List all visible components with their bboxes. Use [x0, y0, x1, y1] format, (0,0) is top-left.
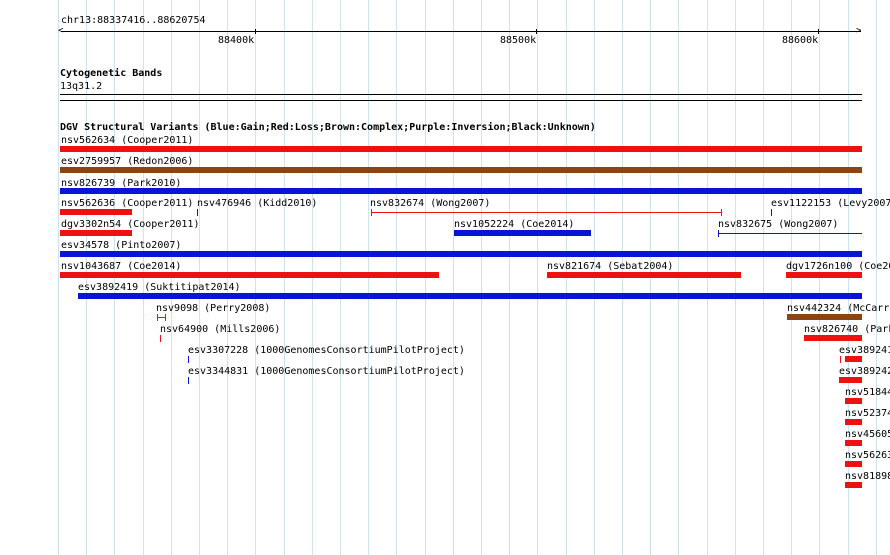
variant-bar-loss[interactable] — [845, 398, 862, 404]
variant-label[interactable]: nsv64900 (Mills2006) — [160, 324, 280, 335]
ruler-tick — [818, 29, 819, 34]
ruler-left-arrow: < — [58, 26, 64, 36]
grid-line — [58, 0, 59, 555]
variant-bar-gain[interactable] — [197, 209, 198, 216]
variant-bar-loss[interactable] — [845, 440, 862, 446]
grid-line — [509, 0, 510, 555]
variant-label[interactable]: nsv832675 (Wong2007) — [718, 219, 838, 230]
variant-bar-complex[interactable] — [787, 314, 862, 320]
variant-label[interactable]: dgv1726n100 (Coe20 — [786, 261, 890, 272]
variant-label[interactable]: esv389242 — [839, 366, 890, 377]
variant-line-gain[interactable] — [718, 233, 862, 234]
variant-label[interactable]: nsv81898 — [845, 471, 890, 482]
variant-label[interactable]: nsv476946 (Kidd2010) — [197, 198, 317, 209]
cyto-band-label: 13q31.2 — [60, 81, 103, 92]
variant-label[interactable]: nsv45605 — [845, 429, 890, 440]
ruler-tick-label: 88500k — [500, 35, 537, 46]
variant-end-tick — [721, 209, 722, 216]
variant-bar-loss[interactable] — [160, 335, 161, 342]
ruler-tick — [255, 29, 256, 34]
ruler-line — [61, 31, 861, 32]
variant-bar-gain[interactable] — [771, 209, 772, 216]
variant-label[interactable]: nsv826740 (Park — [804, 324, 890, 335]
variant-label[interactable]: esv3344831 (1000GenomesConsortiumPilotPr… — [188, 366, 465, 377]
variant-label[interactable]: esv3307228 (1000GenomesConsortiumPilotPr… — [188, 345, 465, 356]
variant-label[interactable]: nsv56263 — [845, 450, 890, 461]
variant-bar-loss[interactable] — [60, 146, 862, 152]
variant-bar-loss[interactable] — [845, 356, 862, 362]
ruler-right-arrow: > — [856, 26, 862, 36]
variant-label[interactable]: nsv562634 (Cooper2011) — [61, 135, 193, 146]
grid-line — [763, 0, 764, 555]
variant-label[interactable]: esv389241 — [839, 345, 890, 356]
grid-line — [537, 0, 538, 555]
variant-end-tick — [157, 314, 158, 321]
variant-label[interactable]: esv1122153 (Levy2007 — [771, 198, 890, 209]
variant-bar-gain[interactable] — [454, 230, 591, 236]
ruler-tick — [536, 29, 537, 34]
variant-label[interactable]: nsv51844 — [845, 387, 890, 398]
variant-end-tick — [165, 314, 166, 321]
variant-bar-loss[interactable] — [786, 272, 862, 278]
grid-line — [481, 0, 482, 555]
variant-bar-gain[interactable] — [60, 251, 862, 257]
variant-label[interactable]: esv3892419 (Suktitipat2014) — [78, 282, 241, 293]
variant-label[interactable]: esv34578 (Pinto2007) — [61, 240, 181, 251]
variant-label[interactable]: nsv442324 (McCarro — [787, 303, 890, 314]
dgv-track-title: DGV Structural Variants (Blue:Gain;Red:L… — [60, 122, 596, 133]
variant-label[interactable]: nsv562636 (Cooper2011) — [61, 198, 193, 209]
grid-line — [453, 0, 454, 555]
variant-label[interactable]: nsv1043687 (Coe2014) — [61, 261, 181, 272]
variant-end-tick — [371, 209, 372, 216]
variant-bar-loss[interactable] — [845, 482, 862, 488]
genome-browser-canvas: chr13:88337416..88620754 < > 88400k 8850… — [0, 0, 890, 555]
variant-bar-gain[interactable] — [188, 377, 189, 384]
variant-bar-loss[interactable] — [839, 377, 862, 383]
cyto-band-bottom — [60, 100, 862, 101]
cyto-track-title: Cytogenetic Bands — [60, 68, 163, 79]
variant-bar-gain[interactable] — [78, 293, 862, 299]
ruler-tick-label: 88600k — [782, 35, 819, 46]
variant-bar-loss[interactable] — [845, 419, 862, 425]
variant-label[interactable]: nsv1052224 (Coe2014) — [454, 219, 574, 230]
variant-bar-loss[interactable] — [60, 230, 132, 236]
variant-label[interactable]: nsv832674 (Wong2007) — [370, 198, 490, 209]
variant-bar-gain[interactable] — [60, 188, 862, 194]
variant-bar-complex[interactable] — [60, 167, 862, 173]
variant-bar-loss[interactable] — [845, 461, 862, 467]
cyto-band-top — [60, 94, 862, 95]
variant-label[interactable]: nsv52374 — [845, 408, 890, 419]
variant-bar-gain[interactable] — [188, 356, 189, 363]
variant-label[interactable]: nsv821674 (Sebat2004) — [547, 261, 673, 272]
variant-label[interactable]: esv2759957 (Redon2006) — [61, 156, 193, 167]
variant-bar-loss[interactable] — [60, 209, 132, 215]
variant-bar-loss[interactable] — [804, 335, 862, 341]
variant-label[interactable]: dgv3302n54 (Cooper2011) — [61, 219, 199, 230]
ruler-tick-label: 88400k — [218, 35, 255, 46]
variant-label[interactable]: nsv9098 (Perry2008) — [156, 303, 270, 314]
variant-end-tick — [840, 356, 841, 363]
variant-bar-loss[interactable] — [547, 272, 741, 278]
region-label: chr13:88337416..88620754 — [61, 15, 206, 26]
variant-line-loss[interactable] — [371, 212, 722, 213]
variant-end-tick — [718, 230, 719, 237]
variant-bar-loss[interactable] — [60, 272, 439, 278]
